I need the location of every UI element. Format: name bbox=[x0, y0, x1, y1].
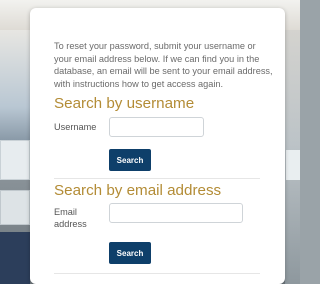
intro-text: To reset your password, submit your user… bbox=[54, 41, 273, 89]
search-email-button[interactable]: Search bbox=[109, 242, 151, 264]
email-label: Email address bbox=[54, 207, 87, 229]
email-input[interactable] bbox=[109, 203, 243, 223]
background-screen bbox=[286, 150, 300, 180]
section-divider bbox=[54, 273, 260, 274]
background-window bbox=[0, 30, 30, 140]
background-desk bbox=[0, 140, 30, 180]
username-input[interactable] bbox=[109, 117, 204, 137]
search-by-username-heading: Search by username bbox=[54, 95, 195, 112]
search-by-email-heading: Search by email address bbox=[54, 182, 222, 199]
background-desk bbox=[0, 232, 30, 284]
forgot-password-card: To reset your password, submit your user… bbox=[30, 8, 285, 284]
background-desk bbox=[0, 190, 30, 225]
search-username-button[interactable]: Search bbox=[109, 149, 151, 171]
username-label: Username bbox=[54, 122, 97, 132]
section-divider bbox=[54, 178, 260, 179]
